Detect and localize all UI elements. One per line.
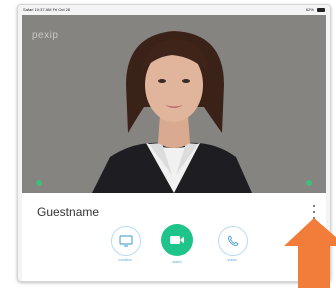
video-feed: pexip <box>22 15 326 193</box>
screen-share-icon <box>119 235 133 247</box>
battery-level: 62% <box>305 7 314 12</box>
signal-icon <box>36 180 42 186</box>
battery-icon <box>317 7 325 12</box>
logo-watermark: pexip <box>32 30 59 41</box>
content-share-button[interactable] <box>111 226 141 256</box>
voice-button[interactable] <box>218 226 248 256</box>
guest-name: Guestname <box>37 205 100 219</box>
dot-icon <box>313 211 315 213</box>
content-label: content <box>118 257 132 262</box>
phone-icon <box>227 235 239 247</box>
status-left: Safari 10:37 AM Fri Oct 28 <box>23 7 71 12</box>
microphone-icon <box>306 180 312 186</box>
voice-label: voice <box>227 257 237 262</box>
status-right: 62% <box>306 5 325 15</box>
annotation-arrow <box>284 218 336 288</box>
dot-icon <box>313 205 315 207</box>
video-toggle-button[interactable] <box>161 224 193 256</box>
camera-icon <box>170 236 184 244</box>
participant-video <box>22 15 326 193</box>
video-label: video <box>172 259 182 264</box>
more-options-button[interactable] <box>310 205 318 219</box>
status-bar: Safari 10:37 AM Fri Oct 28 62% <box>18 5 330 15</box>
control-panel: Guestname content video voice <box>22 193 326 281</box>
